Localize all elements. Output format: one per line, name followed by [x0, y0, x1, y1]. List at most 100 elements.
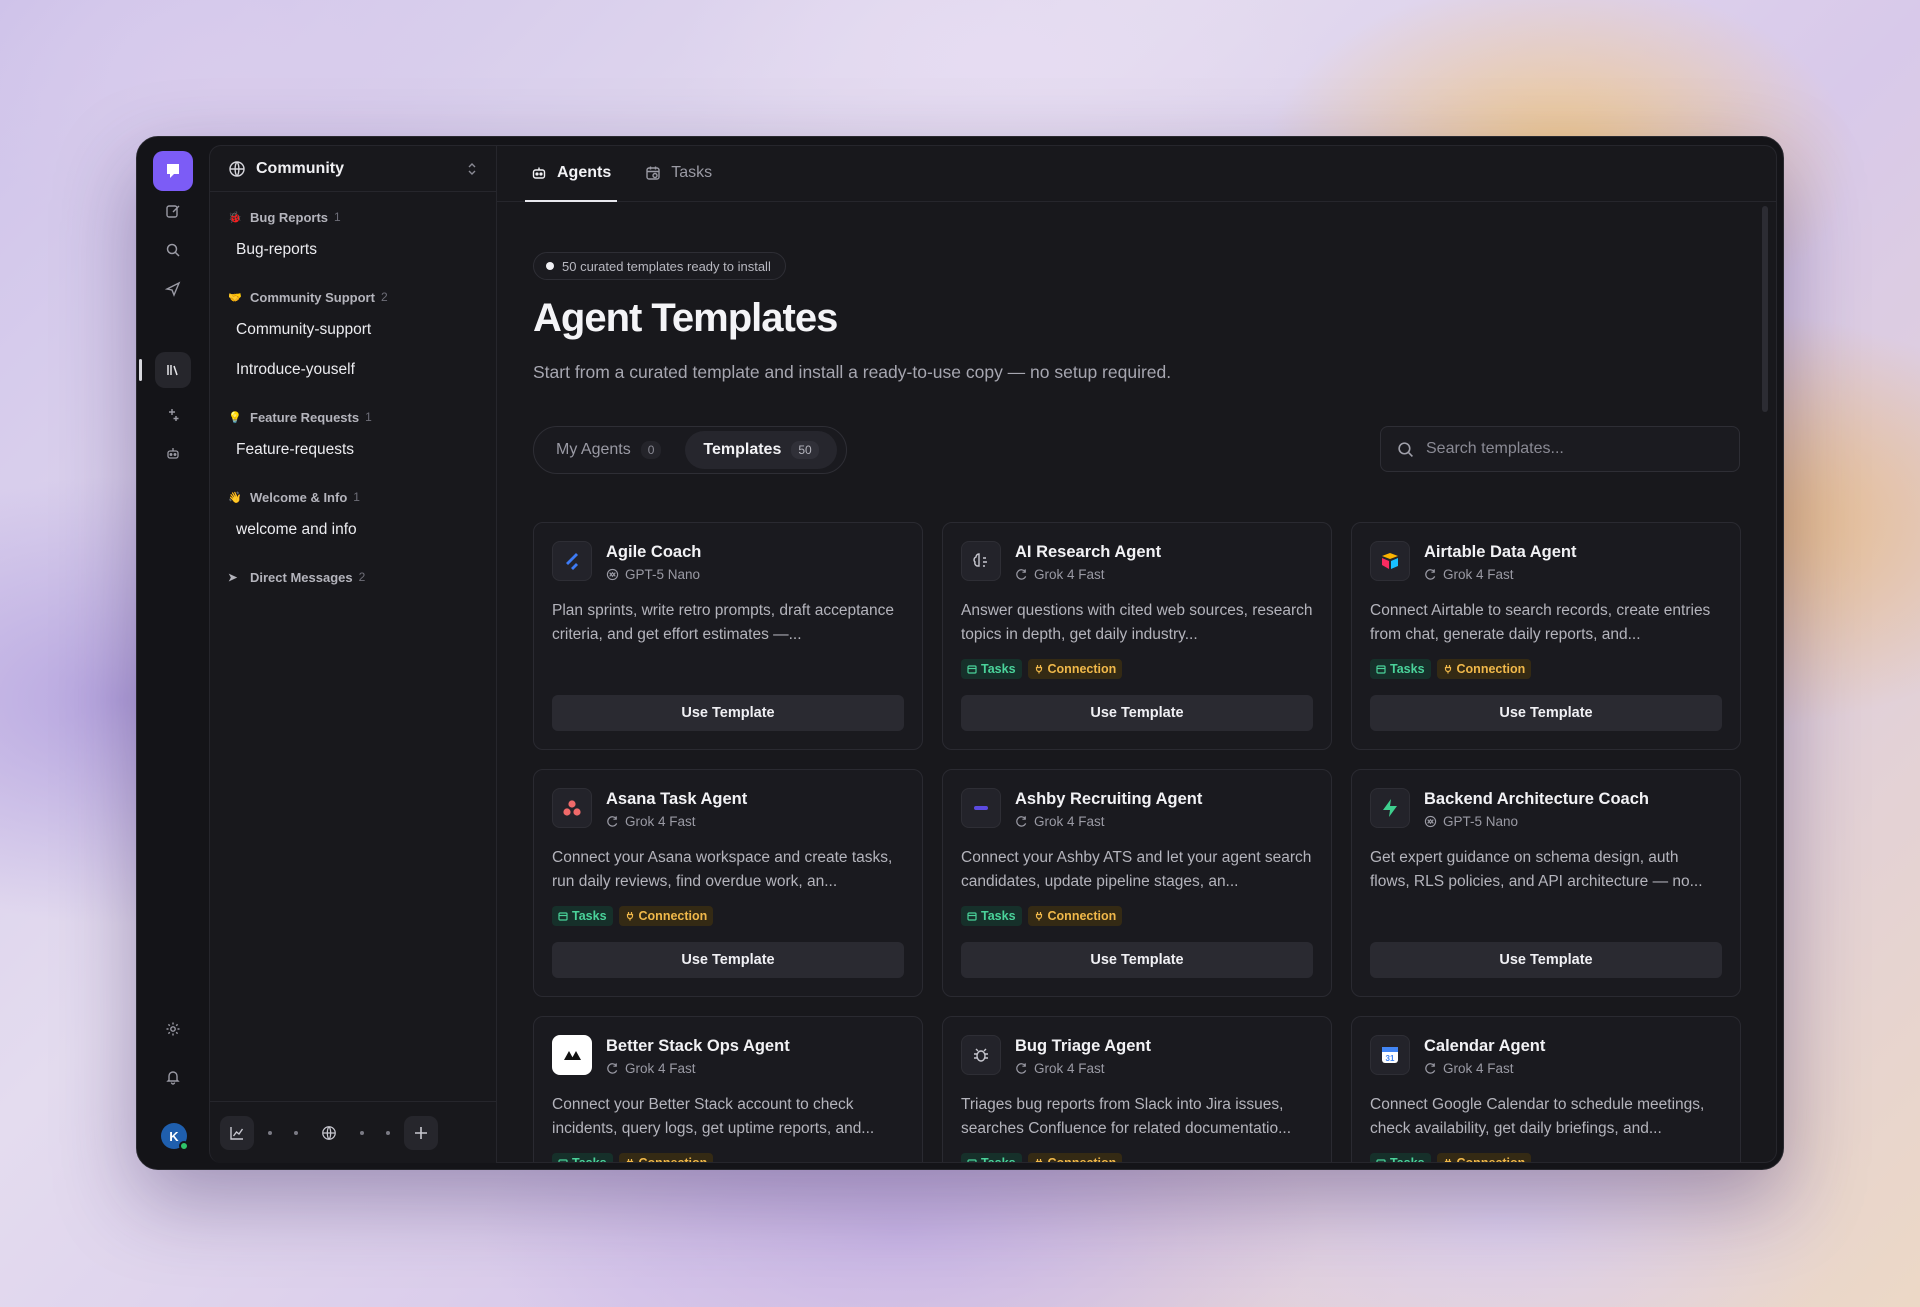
svg-text:31: 31: [1386, 1054, 1395, 1063]
tab-tasks-label: Tasks: [671, 164, 713, 181]
tasks-badge: Tasks: [552, 1153, 613, 1162]
capability-badges: Tasks Connection: [552, 906, 714, 926]
pill-text: 50 curated templates ready to install: [562, 258, 771, 274]
betterstack-icon: [552, 1035, 592, 1075]
add-icon[interactable]: [404, 1115, 438, 1150]
template-name: Agile Coach: [606, 543, 702, 561]
sidebar-footer: [210, 1101, 496, 1163]
use-template-button[interactable]: Use Template: [1370, 695, 1722, 731]
library-icon[interactable]: [155, 352, 191, 388]
analytics-chart-icon[interactable]: [220, 1115, 254, 1150]
search-templates-input[interactable]: Search templates...: [1380, 426, 1740, 472]
top-tabs: Agents Tasks: [497, 146, 1776, 202]
model-label: Grok 4 Fast: [1015, 567, 1105, 582]
model-label: Grok 4 Fast: [606, 814, 696, 829]
model-name: GPT-5 Nano: [1443, 814, 1519, 829]
channel-item[interactable]: welcome and info: [210, 510, 496, 550]
tasks-badge-label: Tasks: [981, 1156, 1016, 1163]
search-icon[interactable]: [155, 232, 191, 268]
template-description: Plan sprints, write retro prompts, draft…: [552, 602, 895, 643]
openai-icon: [606, 568, 619, 581]
compose-icon[interactable]: [155, 193, 191, 229]
use-template-button[interactable]: Use Template: [961, 695, 1313, 731]
channel-group-header[interactable]: 🤝 Community Support 2: [210, 284, 496, 310]
template-description: Connect your Asana workspace and create …: [552, 849, 893, 890]
segment-my-agents[interactable]: My Agents 0: [538, 431, 679, 469]
use-template-button[interactable]: Use Template: [552, 695, 904, 731]
channel-group-header[interactable]: ➤ Direct Messages 2: [210, 564, 496, 590]
model-name: Grok 4 Fast: [1443, 1061, 1514, 1076]
workspace-switcher[interactable]: Community: [210, 146, 496, 192]
segment-templates[interactable]: Templates 50: [685, 431, 837, 469]
connection-badge-label: Connection: [1456, 662, 1526, 676]
calendar-clock-icon: [645, 165, 661, 181]
channel-group-header[interactable]: 🐞 Bug Reports 1: [210, 204, 496, 230]
template-card[interactable]: Ashby Recruiting Agent Grok 4 Fast Connect…: [942, 769, 1332, 997]
tasks-badge: Tasks: [961, 1153, 1022, 1163]
connection-badge: Connection: [1027, 659, 1123, 679]
channel-group-header[interactable]: 👋 Welcome & Info 1: [210, 484, 496, 510]
model-label: Grok 4 Fast: [1015, 814, 1105, 829]
template-card[interactable]: Bug Triage Agent Grok 4 Fast Triages bug r…: [942, 1016, 1332, 1163]
group-count: 1: [334, 210, 341, 224]
channel-group-header[interactable]: 💡 Feature Requests 1: [210, 404, 496, 430]
pagination-dots: [268, 1130, 298, 1135]
template-card[interactable]: Agile Coach GPT-5 Nano Plan sprints, write…: [533, 522, 923, 750]
channel-groups: 🐞 Bug Reports 1 Bug-reports 🤝 Community Suppo…: [210, 192, 496, 604]
template-grid: Agile Coach GPT-5 Nano Plan sprints, write…: [533, 522, 1741, 1163]
app-window: K Community 🐞 Bug Reports 1 Bug-reports 🤝 Com…: [136, 136, 1784, 1170]
template-card[interactable]: Backend Architecture Coach GPT-5 Nano Get …: [1351, 769, 1741, 997]
tasks-badge: Tasks: [961, 906, 1022, 926]
template-card[interactable]: Asana Task Agent Grok 4 Fast Connect your …: [533, 769, 923, 997]
bell-icon[interactable]: [155, 1059, 191, 1095]
online-status-dot: [179, 1141, 189, 1151]
template-description: Connect Google Calendar to schedule meet…: [1370, 1096, 1705, 1137]
active-indicator: [139, 359, 142, 381]
group-emoji-icon: 💡: [228, 411, 242, 424]
page-subtitle: Start from a curated template and instal…: [533, 362, 1172, 382]
connection-badge: Connection: [1436, 1153, 1532, 1162]
page-title: Agent Templates: [533, 296, 838, 340]
connection-badge-label: Connection: [1047, 662, 1117, 676]
template-description: Answer questions with cited web sources,…: [961, 602, 1313, 643]
bot-icon[interactable]: [155, 435, 191, 471]
channel-item[interactable]: Feature-requests: [210, 430, 496, 470]
channel-item[interactable]: Community-support: [210, 310, 496, 350]
globe-footer-icon[interactable]: [312, 1116, 346, 1150]
channel-item[interactable]: Bug-reports: [210, 230, 496, 270]
model-label: Grok 4 Fast: [606, 1061, 696, 1076]
segment-templates-label: Templates: [703, 441, 782, 458]
grok-icon: [606, 815, 619, 828]
template-card[interactable]: Airtable Data Agent Grok 4 Fast Connect Ai…: [1351, 522, 1741, 750]
settings-gear-icon[interactable]: [155, 1011, 191, 1047]
channel-item[interactable]: Introduce-youself: [210, 350, 496, 390]
app-logo[interactable]: [153, 151, 193, 191]
model-name: Grok 4 Fast: [1034, 814, 1105, 829]
template-card[interactable]: Better Stack Ops Agent Grok 4 Fast Connect…: [533, 1016, 923, 1162]
user-avatar[interactable]: K: [161, 1123, 189, 1151]
tab-tasks[interactable]: Tasks: [639, 146, 718, 201]
template-name: Backend Architecture Coach: [1424, 790, 1649, 808]
google-calendar-icon: 31: [1370, 1035, 1410, 1075]
airtable-icon: [1370, 541, 1410, 581]
tab-agents[interactable]: Agents: [525, 146, 618, 202]
search-placeholder: Search templates...: [1426, 440, 1564, 457]
template-name: AI Research Agent: [1015, 543, 1162, 561]
grok-icon: [1015, 815, 1028, 828]
openai-icon: [1424, 815, 1437, 828]
group-count: 1: [365, 410, 372, 424]
capability-badges: Tasks Connection: [552, 1153, 714, 1162]
scrollbar-thumb[interactable]: [1762, 206, 1768, 412]
template-card[interactable]: AI Research Agent Grok 4 Fast Answer quest…: [942, 522, 1332, 750]
globe-icon: [228, 160, 246, 178]
use-template-button[interactable]: Use Template: [961, 942, 1313, 978]
sparkle-icon[interactable]: [155, 397, 191, 433]
avatar-initial: K: [169, 1128, 179, 1144]
send-icon[interactable]: [155, 271, 191, 307]
use-template-button[interactable]: Use Template: [552, 942, 904, 978]
connection-badge: Connection: [1027, 1153, 1123, 1162]
template-card[interactable]: 31 Calendar Agent Grok 4 Fast Connect Googl…: [1351, 1016, 1741, 1162]
use-template-button[interactable]: Use Template: [1370, 942, 1722, 978]
template-name: Bug Triage Agent: [1015, 1037, 1151, 1055]
template-description: Connect your Ashby ATS and let your agen…: [961, 849, 1312, 890]
